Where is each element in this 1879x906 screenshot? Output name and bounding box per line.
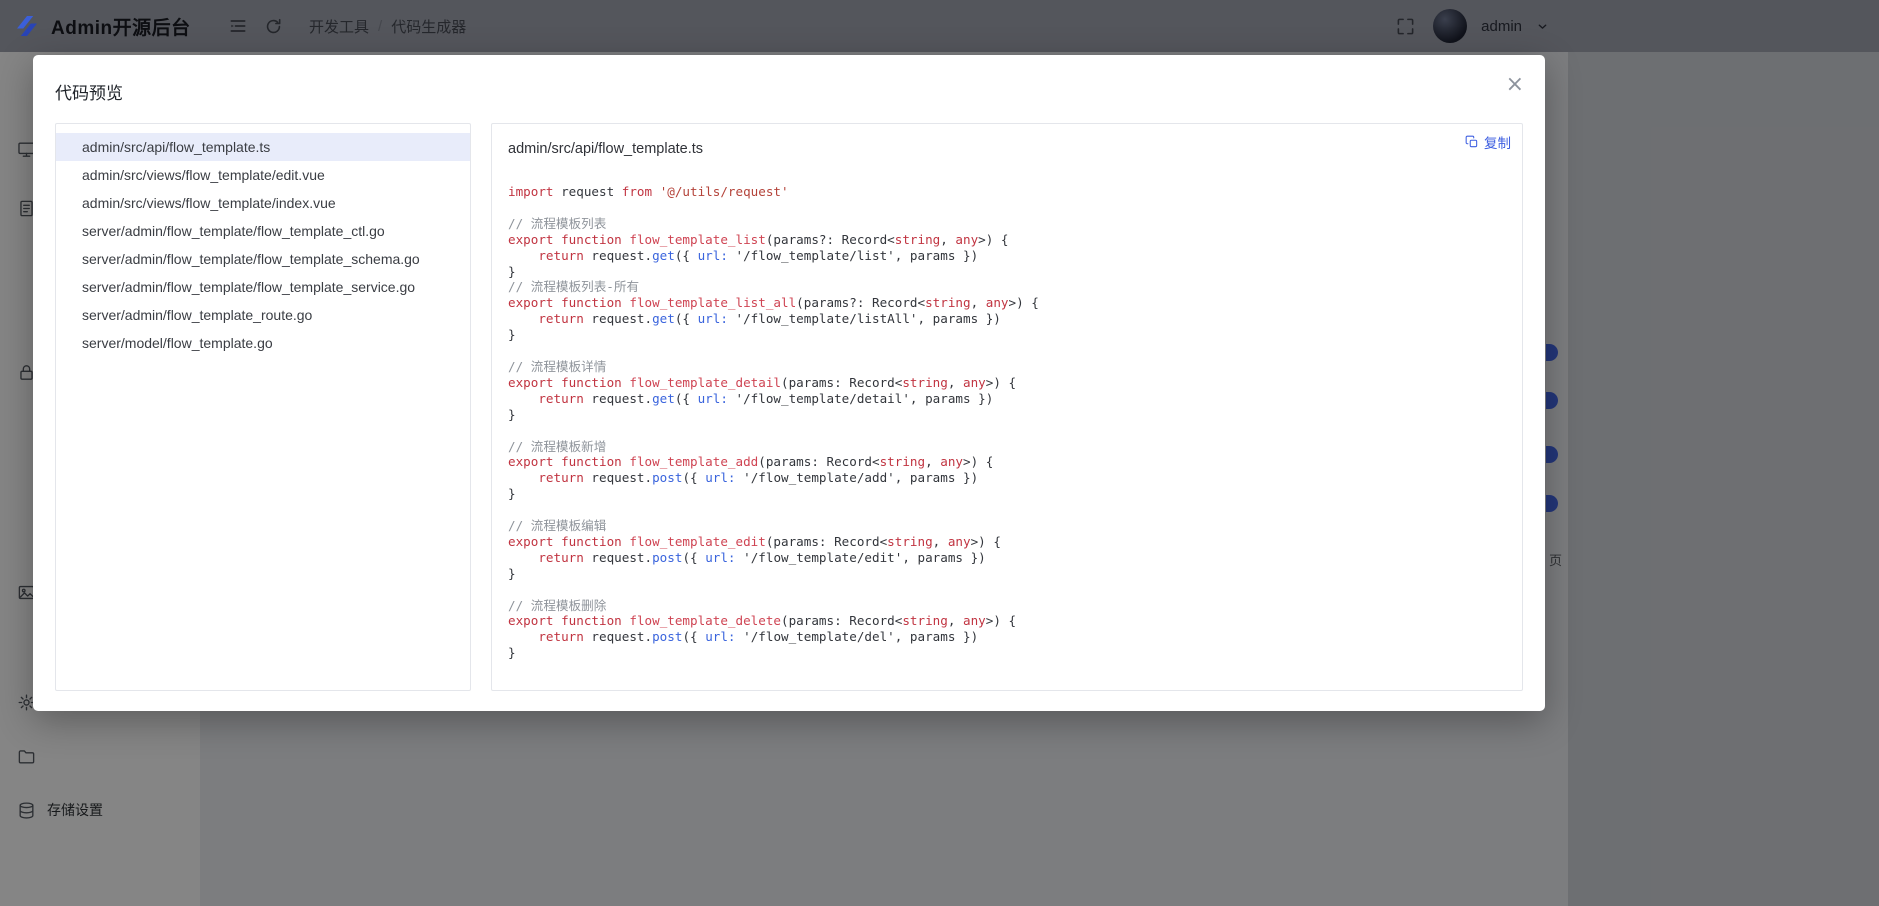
- file-list-item[interactable]: server/admin/flow_template/flow_template…: [56, 217, 470, 245]
- topbar-right: admin: [1384, 9, 1549, 43]
- file-list-item[interactable]: admin/src/api/flow_template.ts: [56, 133, 470, 161]
- code-line: // 流程模板新增: [508, 439, 1506, 455]
- code-line: [508, 343, 1506, 359]
- menu-collapse-button[interactable]: [224, 12, 252, 40]
- breadcrumb-item[interactable]: 开发工具: [309, 16, 369, 37]
- refresh-icon: [264, 17, 283, 36]
- code-line: // 流程模板删除: [508, 598, 1506, 614]
- copy-button[interactable]: 复制: [1465, 132, 1511, 152]
- file-list-item[interactable]: server/admin/flow_template/flow_template…: [56, 273, 470, 301]
- breadcrumb: 开发工具 / 代码生成器: [309, 16, 466, 37]
- file-list-item[interactable]: admin/src/views/flow_template/edit.vue: [56, 161, 470, 189]
- modal-header: 代码预览 ×: [33, 55, 1545, 123]
- modal-title: 代码预览: [55, 79, 1523, 104]
- copy-icon: [1465, 135, 1479, 149]
- code-line: import request from '@/utils/request': [508, 184, 1506, 200]
- code-line: // 流程模板列表: [508, 216, 1506, 232]
- code-line: }: [508, 327, 1506, 343]
- code-line: [508, 502, 1506, 518]
- fullscreen-icon: [1396, 17, 1415, 36]
- file-list-item[interactable]: server/model/flow_template.go: [56, 329, 470, 357]
- code-preview-modal: 代码预览 × admin/src/api/flow_template.tsadm…: [33, 55, 1545, 711]
- file-list: admin/src/api/flow_template.tsadmin/src/…: [55, 123, 471, 691]
- code-line: // 流程模板编辑: [508, 518, 1506, 534]
- code-line: [508, 423, 1506, 439]
- copy-label: 复制: [1484, 132, 1511, 152]
- code-line: }: [508, 566, 1506, 582]
- code-line: return request.get({ url: '/flow_templat…: [508, 248, 1506, 264]
- app-logo[interactable]: Admin开源后台: [0, 11, 216, 41]
- topbar: Admin开源后台 开发工具 / 代码生成器 admin: [0, 0, 1879, 52]
- code-line: }: [508, 407, 1506, 423]
- code-line: return request.get({ url: '/flow_templat…: [508, 391, 1506, 407]
- close-icon[interactable]: ×: [1506, 74, 1524, 96]
- code-filename: admin/src/api/flow_template.ts: [508, 141, 1506, 157]
- code-line: }: [508, 486, 1506, 502]
- breadcrumb-separator: /: [378, 18, 382, 35]
- code-line: }: [508, 645, 1506, 661]
- code-line: export function flow_template_detail(par…: [508, 375, 1506, 391]
- code-line: export function flow_template_delete(par…: [508, 613, 1506, 629]
- code-line: [508, 200, 1506, 216]
- screen: Admin开源后台 开发工具 / 代码生成器 admin: [0, 0, 1879, 906]
- code-line: }: [508, 264, 1506, 280]
- avatar[interactable]: [1433, 9, 1467, 43]
- breadcrumb-item-current: 代码生成器: [391, 16, 466, 37]
- code-block: import request from '@/utils/request' //…: [508, 184, 1506, 661]
- file-list-item[interactable]: server/admin/flow_template_route.go: [56, 301, 470, 329]
- code-line: return request.post({ url: '/flow_templa…: [508, 470, 1506, 486]
- code-preview-panel: admin/src/api/flow_template.ts 复制 import…: [491, 123, 1523, 691]
- fullscreen-button[interactable]: [1392, 13, 1419, 40]
- logo-icon: [12, 11, 42, 41]
- username[interactable]: admin: [1481, 18, 1522, 35]
- chevron-down-icon[interactable]: [1536, 20, 1549, 33]
- modal-body: admin/src/api/flow_template.tsadmin/src/…: [55, 123, 1523, 691]
- code-line: export function flow_template_list(param…: [508, 232, 1506, 248]
- code-line: // 流程模板详情: [508, 359, 1506, 375]
- refresh-button[interactable]: [260, 13, 287, 40]
- code-line: // 流程模板列表-所有: [508, 279, 1506, 295]
- file-list-item[interactable]: server/admin/flow_template/flow_template…: [56, 245, 470, 273]
- collapse-menu-icon: [228, 16, 248, 36]
- code-line: export function flow_template_add(params…: [508, 454, 1506, 470]
- file-list-item[interactable]: admin/src/views/flow_template/index.vue: [56, 189, 470, 217]
- code-line: export function flow_template_edit(param…: [508, 534, 1506, 550]
- code-line: export function flow_template_list_all(p…: [508, 295, 1506, 311]
- app-title: Admin开源后台: [51, 13, 191, 40]
- code-line: return request.get({ url: '/flow_templat…: [508, 311, 1506, 327]
- code-line: return request.post({ url: '/flow_templa…: [508, 629, 1506, 645]
- code-line: return request.post({ url: '/flow_templa…: [508, 550, 1506, 566]
- code-line: [508, 582, 1506, 598]
